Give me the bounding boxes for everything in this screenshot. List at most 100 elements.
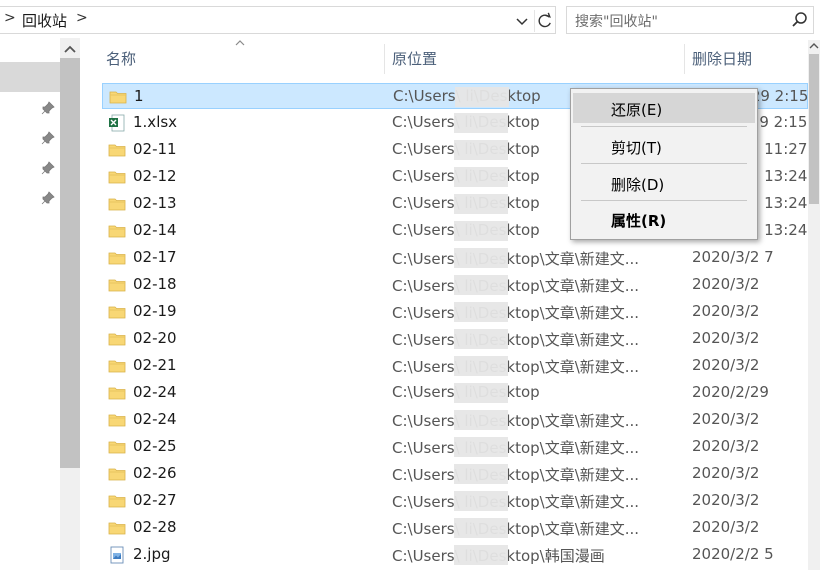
redaction-blur: [454, 329, 508, 349]
file-original-location: C:\Users\ li\Desktop\文章\新建文...: [392, 304, 640, 322]
menu-item-properties[interactable]: 属性(R): [573, 204, 755, 234]
navigation-pane: [0, 38, 80, 570]
column-header-date[interactable]: 删除日期: [692, 40, 752, 76]
breadcrumb-arrow-end[interactable]: >: [76, 10, 88, 26]
file-row[interactable]: 02-27 C:\Users\ li\Desktop\文章\新建文... 2020/…: [102, 488, 808, 514]
redaction-blur: [454, 140, 508, 160]
file-original-location: C:\Users\ li\Desktop\文章\新建文...: [392, 493, 640, 511]
image-file-icon: [108, 546, 126, 564]
file-original-location: C:\Users\ li\Desktop\文章\新建文...: [392, 466, 640, 484]
pin-icon[interactable]: [40, 190, 56, 206]
file-row[interactable]: 02-18 C:\Users\ li\Desktop\文章\新建文... 2020/…: [102, 272, 808, 298]
file-name: 1: [134, 87, 144, 105]
redaction-blur: [454, 248, 508, 268]
column-header-location[interactable]: 原位置: [392, 40, 437, 76]
menu-item-delete[interactable]: 删除(D): [573, 168, 755, 198]
redaction-blur: [454, 464, 508, 484]
folder-icon: [108, 303, 126, 321]
address-bar[interactable]: > 回收站 >: [0, 6, 556, 34]
redaction-blur: [454, 491, 508, 511]
file-deleted-date: 2020/3/2: [692, 410, 760, 428]
file-deleted-date: 2020/2/29: [692, 383, 769, 401]
folder-icon: [108, 357, 126, 375]
pin-icon[interactable]: [40, 100, 56, 116]
nav-scrollbar[interactable]: [60, 38, 80, 570]
pin-icon[interactable]: [40, 160, 56, 176]
excel-file-icon: [108, 114, 126, 132]
breadcrumb-arrow[interactable]: >: [4, 10, 16, 26]
file-deleted-date: 2020/3/2 7: [692, 248, 774, 266]
file-row[interactable]: 02-26 C:\Users\ li\Desktop\文章\新建文... 2020/…: [102, 461, 808, 487]
file-deleted-date: 2020/3/2: [692, 275, 760, 293]
file-row[interactable]: 02-19 C:\Users\ li\Desktop\文章\新建文... 2020/…: [102, 299, 808, 325]
file-deleted-date: 2020/3/2: [692, 356, 760, 374]
pin-icon[interactable]: [40, 130, 56, 146]
folder-icon: [108, 168, 126, 186]
file-deleted-date: 2020/3/2: [692, 329, 760, 347]
redaction-blur: [454, 221, 508, 241]
file-name: 1.xlsx: [133, 113, 178, 131]
list-scrollbar[interactable]: [808, 40, 820, 570]
list-scrollbar-thumb[interactable]: [809, 54, 819, 204]
file-row[interactable]: 02-24 C:\Users\ li\Desktop\文章\新建文... 2020/…: [102, 407, 808, 433]
file-row[interactable]: 02-20 C:\Users\ li\Desktop\文章\新建文... 2020/…: [102, 326, 808, 352]
search-placeholder[interactable]: 搜索"回收站": [575, 11, 658, 31]
column-divider[interactable]: [384, 44, 385, 74]
file-row[interactable]: 02-28 C:\Users\ li\Desktop\文章\新建文... 2020/…: [102, 515, 808, 541]
menu-item-restore[interactable]: 还原(E): [573, 93, 755, 123]
file-row[interactable]: 02-17 C:\Users\ li\Desktop\文章\新建文... 2020/…: [102, 245, 808, 271]
folder-icon: [108, 249, 126, 267]
folder-icon: [108, 141, 126, 159]
file-row[interactable]: 02-21 C:\Users\ li\Desktop\文章\新建文... 2020/…: [102, 353, 808, 379]
menu-item-label: 还原(E): [611, 101, 663, 119]
redaction-blur: [454, 167, 508, 187]
redaction-blur: [454, 437, 508, 457]
search-box[interactable]: 搜索"回收站": [566, 6, 814, 34]
file-original-location: C:\Users\ li\Desktop\文章\新建文...: [392, 331, 640, 349]
context-menu: 还原(E) 剪切(T) 删除(D) 属性(R): [570, 88, 758, 240]
sort-ascending-icon: [235, 40, 245, 46]
menu-item-cut[interactable]: 剪切(T): [573, 131, 755, 161]
redaction-blur: [454, 383, 508, 403]
file-deleted-date: 2020/3/2: [692, 437, 760, 455]
file-name: 02-27: [133, 491, 177, 509]
file-original-location: C:\Users\ li\Desktop\文章\新建文...: [392, 439, 640, 457]
file-deleted-date: 2020/3/2: [692, 491, 760, 509]
file-original-location: C:\Users\ li\Desktop\文章\新建文...: [392, 250, 640, 268]
column-header-name[interactable]: 名称: [106, 40, 136, 76]
redaction-blur: [454, 356, 508, 376]
file-name: 02-17: [133, 248, 177, 266]
refresh-icon[interactable]: [534, 10, 554, 32]
file-row[interactable]: 02-25 C:\Users\ li\Desktop\文章\新建文... 2020/…: [102, 434, 808, 460]
folder-icon: [109, 88, 127, 106]
redaction-blur: [454, 545, 508, 565]
folder-icon: [108, 492, 126, 510]
menu-separator: [581, 163, 747, 164]
file-row[interactable]: 02-24C:\Users\ li\Desktop2020/2/29: [102, 380, 808, 406]
folder-icon: [108, 384, 126, 402]
redaction-blur: [454, 194, 508, 214]
file-original-location: C:\Users\ li\Desktop\文章\新建文...: [392, 412, 640, 430]
file-row[interactable]: 2.jpg C:\Users\ li\Desktop\韩国漫画 2020/2/2 5: [102, 542, 808, 568]
file-original-location: C:\Users\ li\Desktop\文章\新建文...: [392, 520, 640, 538]
file-deleted-date: 2020/3/2: [692, 464, 760, 482]
menu-item-label: 删除(D): [611, 176, 665, 194]
chevron-down-icon[interactable]: [512, 11, 532, 31]
search-icon[interactable]: [791, 11, 809, 29]
file-original-location: C:\Users\ li\Desktop\文章\新建文...: [392, 358, 640, 376]
scroll-up-arrow-icon[interactable]: [63, 44, 77, 54]
nav-scrollbar-thumb[interactable]: [60, 58, 80, 468]
breadcrumb-recycle-bin[interactable]: 回收站: [22, 10, 67, 31]
column-divider[interactable]: [684, 44, 685, 74]
file-deleted-date: 2020/3/2: [692, 518, 760, 536]
folder-icon: [108, 330, 126, 348]
file-name: 02-21: [133, 356, 177, 374]
file-name: 02-11: [133, 140, 177, 158]
file-name: 02-25: [133, 437, 177, 455]
file-name: 02-26: [133, 464, 177, 482]
folder-icon: [108, 195, 126, 213]
nav-selected-item[interactable]: [0, 62, 60, 92]
scroll-up-arrow-icon[interactable]: [809, 42, 819, 50]
file-name: 02-24: [133, 410, 177, 428]
column-headers: 名称 原位置 删除日期: [80, 40, 808, 76]
